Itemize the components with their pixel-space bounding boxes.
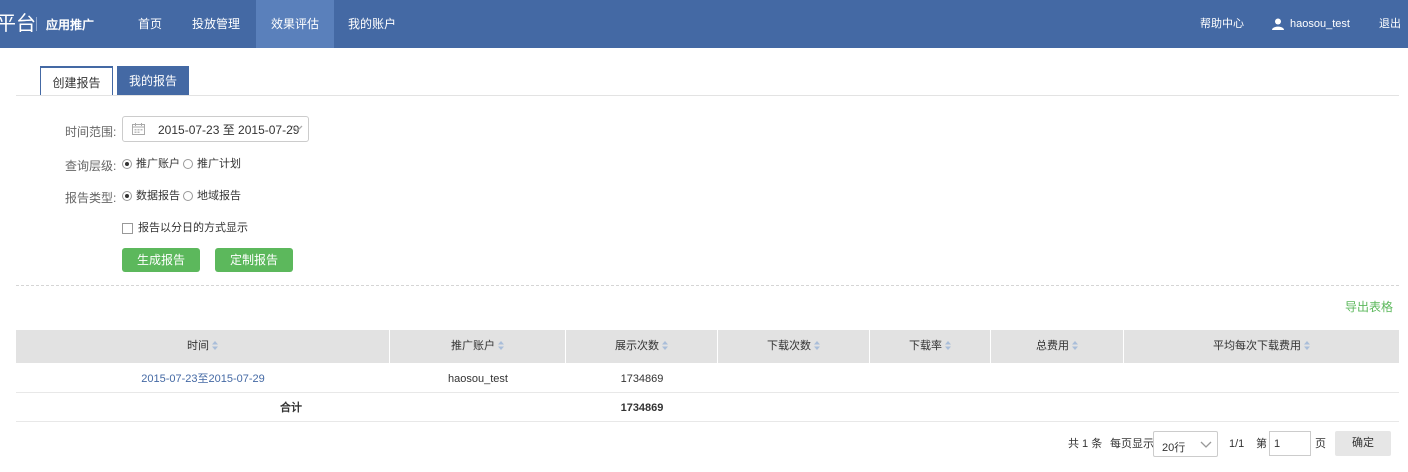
radio-level-account[interactable] — [122, 159, 132, 169]
time-range-label: 时间范围: — [65, 125, 117, 139]
column-label: 平均每次下载费用 — [1213, 340, 1301, 352]
radio-type-region[interactable] — [183, 191, 193, 201]
sort-icon — [814, 341, 820, 350]
radio-type-data-label: 数据报告 — [136, 190, 180, 202]
query-level-label: 查询层级: — [65, 159, 117, 173]
per-page-label: 每页显示 — [1110, 438, 1154, 450]
sort-icon — [662, 341, 668, 350]
nav-campaign-management[interactable]: 投放管理 — [182, 0, 250, 48]
calendar-icon — [132, 123, 145, 135]
column-header-downloads[interactable]: 下载次数 — [718, 330, 870, 363]
user-icon — [1272, 18, 1284, 30]
generate-report-button[interactable]: 生成报告 — [122, 248, 200, 272]
column-header-total-cost[interactable]: 总费用 — [991, 330, 1124, 363]
column-header-impressions[interactable]: 展示次数 — [566, 330, 718, 363]
total-impressions: 1734869 — [620, 402, 664, 414]
table-header: 时间 推广账户 展示次数 下载次数 下载率 总费用 平均每次下载费用 — [16, 330, 1399, 363]
nav-home[interactable]: 首页 — [124, 0, 176, 48]
column-header-account[interactable]: 推广账户 — [390, 330, 566, 363]
confirm-page-button[interactable]: 确定 — [1335, 431, 1391, 456]
row-divider — [16, 392, 1399, 393]
row-account: haosou_test — [448, 373, 508, 385]
row-impressions: 1734869 — [620, 373, 664, 385]
tab-create-report[interactable]: 创建报告 — [40, 66, 113, 96]
export-table-link[interactable]: 导出表格 — [1345, 298, 1393, 315]
column-label: 总费用 — [1036, 340, 1069, 352]
tab-divider — [16, 95, 1399, 96]
help-center-link[interactable]: 帮助中心 — [1200, 0, 1244, 48]
tab-my-reports[interactable]: 我的报告 — [117, 66, 189, 96]
top-nav-bar: 平台 应用推广 首页 投放管理 效果评估 我的账户 帮助中心 haosou_te… — [0, 0, 1408, 48]
goto-prefix: 第 — [1256, 438, 1267, 450]
chevron-down-icon — [1200, 441, 1212, 448]
radio-level-plan-label: 推广计划 — [197, 158, 241, 170]
total-label: 合计 — [280, 402, 302, 414]
per-page-select[interactable]: 20行 — [1153, 431, 1218, 457]
column-header-avg-cost[interactable]: 平均每次下载费用 — [1124, 330, 1399, 363]
goto-suffix: 页 — [1315, 438, 1326, 450]
sort-icon — [498, 341, 504, 350]
sort-icon — [212, 341, 218, 350]
column-header-time[interactable]: 时间 — [16, 330, 390, 363]
goto-page-input[interactable] — [1269, 431, 1311, 456]
radio-type-region-label: 地域报告 — [197, 190, 241, 202]
platform-logo[interactable]: 平台 — [0, 11, 36, 37]
column-label: 推广账户 — [451, 340, 495, 352]
sort-icon — [945, 341, 951, 350]
date-range-picker[interactable]: 2015-07-23 至 2015-07-29 — [122, 116, 309, 142]
chevron-down-icon — [291, 125, 303, 132]
logout-link[interactable]: 退出 — [1379, 0, 1401, 48]
column-label: 下载次数 — [767, 340, 811, 352]
custom-report-button[interactable]: 定制报告 — [215, 248, 293, 272]
username-link[interactable]: haosou_test — [1290, 0, 1350, 48]
row-divider — [16, 421, 1399, 422]
nav-my-account[interactable]: 我的账户 — [338, 0, 406, 48]
section-divider — [16, 285, 1399, 286]
page-info: 1/1 — [1229, 438, 1245, 450]
daily-display-label: 报告以分日的方式显示 — [138, 222, 248, 234]
daily-display-checkbox[interactable] — [122, 223, 133, 234]
column-header-download-rate[interactable]: 下载率 — [870, 330, 991, 363]
app-name: 应用推广 — [46, 18, 95, 32]
sort-icon — [1072, 341, 1078, 350]
column-label: 下载率 — [909, 340, 942, 352]
radio-level-plan[interactable] — [183, 159, 193, 169]
nav-performance-evaluation[interactable]: 效果评估 — [256, 0, 334, 48]
column-label: 时间 — [187, 340, 209, 352]
sort-icon — [1304, 341, 1310, 350]
report-type-label: 报告类型: — [65, 191, 117, 205]
logo-divider — [36, 17, 37, 31]
radio-level-account-label: 推广账户 — [136, 158, 180, 170]
per-page-value: 20行 — [1162, 442, 1186, 454]
total-count: 共 1 条 — [1068, 438, 1103, 450]
row-date-range-link[interactable]: 2015-07-23至2015-07-29 — [16, 372, 390, 386]
column-label: 展示次数 — [615, 340, 659, 352]
date-range-value: 2015-07-23 至 2015-07-29 — [158, 123, 300, 137]
radio-type-data[interactable] — [122, 191, 132, 201]
